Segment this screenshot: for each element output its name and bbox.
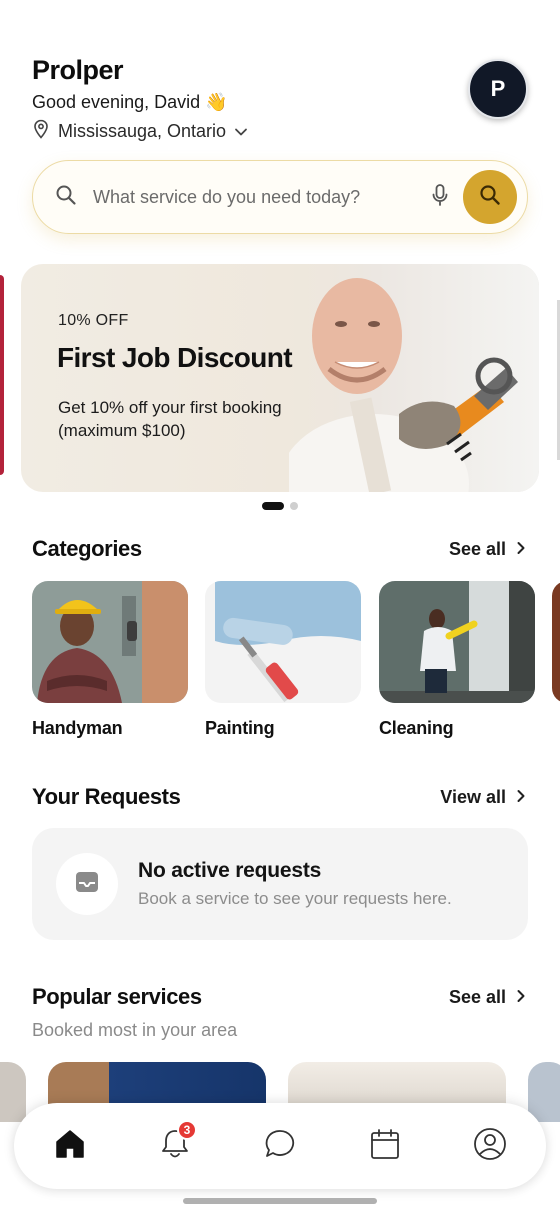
bottom-tab-bar: 3 xyxy=(14,1103,546,1189)
tab-notifications[interactable]: 3 xyxy=(155,1120,197,1166)
header: Prolper Good evening, David 👋 Mississaug… xyxy=(32,55,528,144)
location-selector[interactable]: Mississauga, Ontario xyxy=(32,119,528,144)
map-pin-icon xyxy=(32,119,50,144)
pagination-dot[interactable] xyxy=(290,502,298,510)
search-icon xyxy=(55,184,77,211)
promo-banner[interactable]: 10% OFF First Job Discount Get 10% off y… xyxy=(21,264,539,492)
next-category-image xyxy=(552,581,560,703)
avatar[interactable]: P xyxy=(468,59,528,119)
painting-image xyxy=(205,581,361,703)
category-card-handyman[interactable]: Handyman xyxy=(32,581,188,739)
banner-description: Get 10% off your first booking (maximum … xyxy=(58,398,282,440)
categories-header: Categories See all xyxy=(32,536,526,562)
location-label: Mississauga, Ontario xyxy=(58,121,227,141)
calendar-icon xyxy=(370,1128,400,1165)
category-label: Handyman xyxy=(32,718,123,738)
popular-subtitle: Booked most in your area xyxy=(32,1020,238,1040)
banner-title: First Job Discount xyxy=(57,342,293,373)
home-icon xyxy=(54,1129,86,1164)
tab-home[interactable] xyxy=(50,1126,90,1166)
handyman-image xyxy=(32,581,188,703)
see-all-label: See all xyxy=(448,538,506,559)
category-label: Painting xyxy=(205,718,275,738)
categories-title: Categories xyxy=(32,536,142,561)
inbox-icon-circle xyxy=(56,853,118,915)
greeting-text: Good evening, David 👋 xyxy=(32,92,228,112)
tab-profile[interactable] xyxy=(470,1126,510,1166)
tab-bookings[interactable] xyxy=(365,1126,405,1166)
popular-card-previous[interactable] xyxy=(0,1062,26,1122)
worker-with-grinder-image xyxy=(289,264,539,492)
requests-view-all-link[interactable]: View all xyxy=(440,787,526,808)
chevron-right-icon xyxy=(516,787,526,808)
banner-tag: 10% OFF xyxy=(58,312,129,329)
pagination-dot-active[interactable] xyxy=(262,502,284,510)
search-button[interactable] xyxy=(463,170,517,224)
category-card-next[interactable] xyxy=(552,581,560,703)
banner-peek-previous[interactable] xyxy=(0,275,4,475)
chevron-down-icon xyxy=(234,121,248,142)
chat-icon xyxy=(264,1128,296,1165)
no-requests-card: No active requests Book a service to see… xyxy=(32,828,528,940)
search-input[interactable]: What service do you need today? xyxy=(93,187,431,208)
cleaning-image xyxy=(379,581,535,703)
requests-header: Your Requests View all xyxy=(32,784,526,810)
category-label: Cleaning xyxy=(379,718,454,738)
microphone-icon[interactable] xyxy=(431,183,449,212)
carousel-pagination xyxy=(262,502,298,510)
categories-see-all-link[interactable]: See all xyxy=(449,539,526,560)
chevron-right-icon xyxy=(516,987,526,1008)
view-all-label: View all xyxy=(440,786,506,807)
popular-card-next[interactable] xyxy=(528,1062,560,1122)
category-card-cleaning[interactable]: Cleaning xyxy=(379,581,535,739)
see-all-label: See all xyxy=(448,986,506,1007)
popular-title: Popular services xyxy=(32,984,202,1009)
search-button-icon xyxy=(479,184,501,211)
home-indicator[interactable] xyxy=(183,1198,377,1204)
empty-requests-subtitle: Book a service to see your requests here… xyxy=(138,889,452,908)
empty-requests-title: No active requests xyxy=(138,859,322,882)
requests-title: Your Requests xyxy=(32,784,181,809)
popular-see-all-link[interactable]: See all xyxy=(449,987,526,1008)
search-bar[interactable]: What service do you need today? xyxy=(32,160,528,234)
app-name: Prolper xyxy=(32,55,124,85)
notification-badge: 3 xyxy=(177,1120,197,1140)
category-card-painting[interactable]: Painting xyxy=(205,581,361,739)
chevron-right-icon xyxy=(516,539,526,560)
tab-messages[interactable] xyxy=(260,1126,300,1166)
profile-icon xyxy=(473,1127,507,1166)
popular-header: Popular services See all xyxy=(32,984,526,1010)
inbox-icon xyxy=(74,870,100,899)
